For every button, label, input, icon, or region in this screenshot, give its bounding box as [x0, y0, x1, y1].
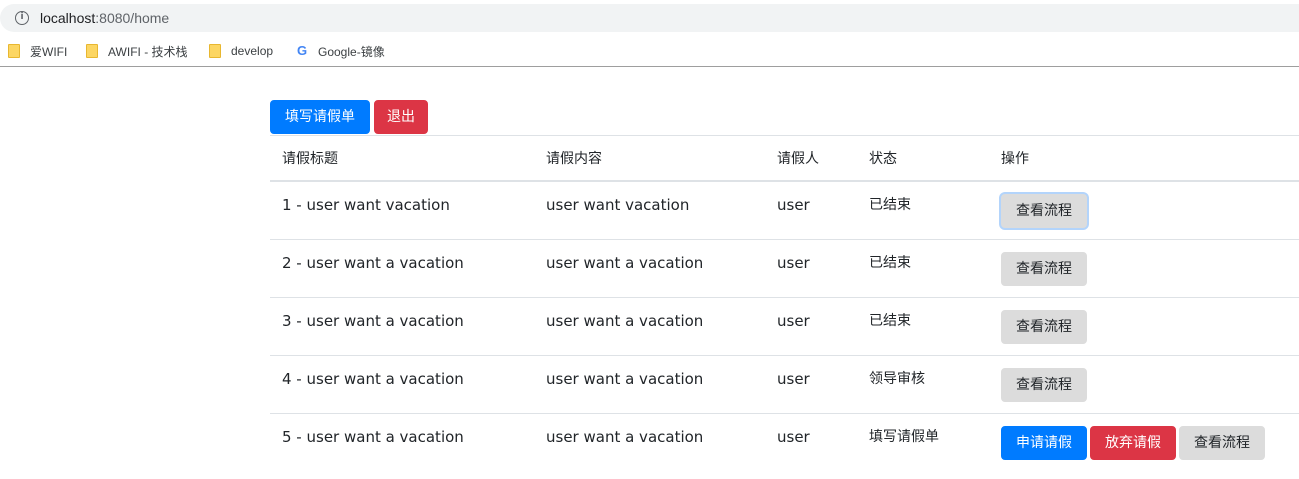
- row-applicant: user: [777, 254, 810, 272]
- bookmarks-bar: 爱WIFI AWIFI - 技术栈 develop G Google-镜像: [0, 36, 1299, 67]
- view-process-button[interactable]: 查看流程: [1179, 426, 1265, 460]
- logout-button[interactable]: 退出: [374, 100, 428, 134]
- url-text[interactable]: localhost:8080/home: [40, 9, 169, 27]
- row-status: 领导审核: [869, 371, 925, 387]
- row-content: user want a vacation: [546, 428, 704, 446]
- bookmark-develop[interactable]: develop: [209, 43, 273, 59]
- google-icon: G: [296, 43, 308, 58]
- info-icon[interactable]: i: [15, 11, 29, 25]
- table-row: 5 - user want a vacation user want a vac…: [270, 414, 1299, 472]
- header-actions: 操作: [1001, 151, 1029, 167]
- url-host: localhost: [40, 10, 96, 26]
- table-row: 4 - user want a vacation user want a vac…: [270, 356, 1299, 414]
- abandon-leave-button[interactable]: 放弃请假: [1090, 426, 1176, 460]
- fill-leave-form-button[interactable]: 填写请假单: [270, 100, 370, 134]
- address-bar[interactable]: i localhost:8080/home: [0, 4, 1299, 32]
- row-content: user want a vacation: [546, 254, 704, 272]
- row-title: 5 - user want a vacation: [282, 428, 464, 446]
- view-process-button[interactable]: 查看流程: [1001, 252, 1087, 286]
- bookmark-label: Google-镜像: [318, 44, 385, 59]
- header-status: 状态: [869, 151, 897, 167]
- bookmark-label: develop: [231, 44, 274, 58]
- row-status: 填写请假单: [869, 429, 939, 445]
- row-status: 已结束: [869, 197, 911, 213]
- table-row: 3 - user want a vacation user want a vac…: [270, 298, 1299, 356]
- table-row: 2 - user want a vacation user want a vac…: [270, 240, 1299, 298]
- row-applicant: user: [777, 428, 810, 446]
- row-title: 4 - user want a vacation: [282, 370, 464, 388]
- row-applicant: user: [777, 312, 810, 330]
- row-title: 2 - user want a vacation: [282, 254, 464, 272]
- row-applicant: user: [777, 196, 810, 214]
- header-title: 请假标题: [282, 151, 338, 167]
- row-content: user want vacation: [546, 196, 690, 214]
- row-status: 已结束: [869, 313, 911, 329]
- folder-icon: [8, 44, 20, 58]
- view-process-button[interactable]: 查看流程: [1001, 368, 1087, 402]
- leave-table: 请假标题 请假内容 请假人 状态 操作 1 - user want vacati…: [270, 135, 1299, 472]
- row-content: user want a vacation: [546, 370, 704, 388]
- bookmark-label: AWIFI - 技术栈: [108, 44, 188, 59]
- folder-icon: [209, 44, 221, 58]
- bookmark-awifi-tech[interactable]: AWIFI - 技术栈: [86, 43, 188, 59]
- bookmark-aiwifi[interactable]: 爱WIFI: [8, 43, 67, 59]
- folder-icon: [86, 44, 98, 58]
- view-process-button[interactable]: 查看流程: [1001, 194, 1087, 228]
- row-content: user want a vacation: [546, 312, 704, 330]
- row-title: 1 - user want vacation: [282, 196, 450, 214]
- header-applicant: 请假人: [777, 151, 819, 167]
- row-title: 3 - user want a vacation: [282, 312, 464, 330]
- view-process-button[interactable]: 查看流程: [1001, 310, 1087, 344]
- row-status: 已结束: [869, 255, 911, 271]
- bookmark-label: 爱WIFI: [30, 44, 68, 59]
- header-content: 请假内容: [546, 151, 602, 167]
- apply-leave-button[interactable]: 申请请假: [1001, 426, 1087, 460]
- table-header-row: 请假标题 请假内容 请假人 状态 操作: [270, 136, 1299, 182]
- url-path: :8080/home: [95, 10, 170, 26]
- bookmark-google-mirror[interactable]: G Google-镜像: [295, 43, 385, 59]
- row-applicant: user: [777, 370, 810, 388]
- table-row: 1 - user want vacation user want vacatio…: [270, 182, 1299, 240]
